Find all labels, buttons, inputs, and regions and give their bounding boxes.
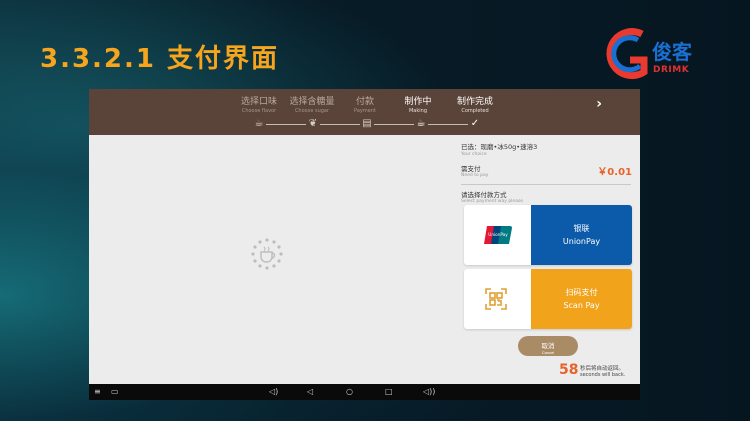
cup-icon: ☕ xyxy=(254,118,264,129)
selected-summary-en: Your choice xyxy=(461,152,487,157)
progress-stepper: 选择口味 Choose flavor 选择含糖量 Choose sugar 付款… xyxy=(89,89,640,135)
receipt-icon: ▤ xyxy=(362,118,372,129)
countdown-text: 秒后将自动返回。 xyxy=(580,366,625,372)
unionpay-logo-icon: UnionPay xyxy=(484,226,512,244)
screenshot-icon[interactable]: ▭ xyxy=(111,386,119,398)
step-connector xyxy=(266,124,306,125)
leaf-icon: ❦ xyxy=(308,118,318,129)
cancel-button[interactable]: 取消 Cancel xyxy=(518,336,578,356)
step-connector xyxy=(320,124,360,125)
order-panel: 已选：现磨•冰50g•速溶3 Your choice 需支付 Need to p… xyxy=(461,141,637,329)
back-icon[interactable]: ◁ xyxy=(307,386,313,398)
unionpay-label: 银联 UnionPay xyxy=(531,205,632,265)
volume-up-icon[interactable]: ◁)) xyxy=(423,386,435,398)
android-nav-bar: ≡ ▭ ◁) ◁ ○ □ ◁)) xyxy=(89,384,640,400)
divider xyxy=(461,184,631,185)
logo-text: 俊客 xyxy=(652,40,692,64)
check-icon: ✓ xyxy=(470,118,480,129)
scan-pay-label: 扫码支付 Scan Pay xyxy=(531,269,632,329)
step-payment: 付款 Payment xyxy=(354,97,376,114)
home-icon[interactable]: ○ xyxy=(346,386,353,398)
step-connector xyxy=(428,124,468,125)
step-connector xyxy=(374,124,414,125)
step-choose-flavor: 选择口味 Choose flavor xyxy=(240,97,277,114)
step-making: 制作中 Making xyxy=(404,97,432,114)
slide-title: 3.3.2.1 支付界面 xyxy=(40,44,280,74)
kiosk-screen: 选择口味 Choose flavor 选择含糖量 Choose sugar 付款… xyxy=(89,89,640,400)
recents-icon[interactable]: □ xyxy=(385,386,393,398)
coffee-icon: ☕ xyxy=(416,118,426,129)
qr-scan-icon xyxy=(485,288,507,310)
scan-pay-button[interactable]: 扫码支付 Scan Pay xyxy=(464,269,632,329)
logo-subtext: DRIMK xyxy=(653,65,690,75)
unionpay-button[interactable]: UnionPay 银联 UnionPay xyxy=(464,205,632,265)
payment-method-label-en: Select payment way please xyxy=(461,199,524,204)
step-choose-sugar: 选择含糖量 Choose sugar xyxy=(289,97,335,114)
countdown-text-en: seconds will back. xyxy=(580,372,626,378)
svg-text:UnionPay: UnionPay xyxy=(488,232,508,237)
payment-method-label: 请选择付款方式 xyxy=(461,191,507,199)
selected-summary: 已选：现磨•冰50g•速溶3 xyxy=(461,143,538,151)
countdown-seconds: 58 xyxy=(559,362,579,378)
volume-down-icon[interactable]: ◁) xyxy=(269,386,278,398)
price-amount: ￥0.01 xyxy=(597,167,632,178)
loading-spinner-icon xyxy=(251,238,283,270)
menu-icon[interactable]: ≡ xyxy=(94,386,101,398)
chevron-right-icon[interactable]: › xyxy=(596,96,602,112)
step-completed: 制作完成 Completed xyxy=(456,97,493,114)
